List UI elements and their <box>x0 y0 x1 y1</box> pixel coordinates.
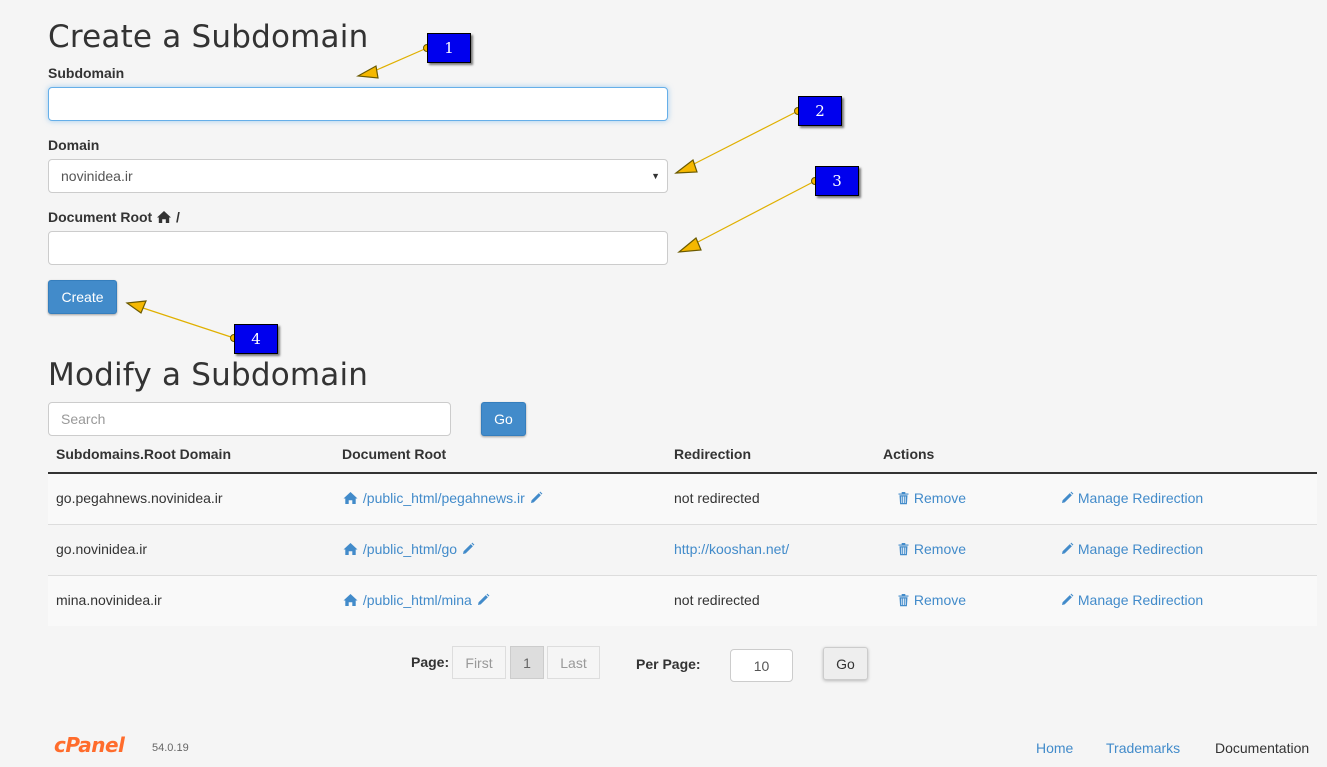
current-page-button[interactable]: 1 <box>510 646 544 679</box>
first-page-button[interactable]: First <box>452 646 506 679</box>
callout-3: 3 <box>815 166 859 196</box>
row-subdomain: go.pegahnews.novinidea.ir <box>56 490 223 506</box>
row-docroot-link[interactable]: /public_html/mina <box>342 592 490 608</box>
pencil-icon <box>1062 593 1074 605</box>
row-docroot-link[interactable]: /public_html/go <box>342 541 475 557</box>
column-header-document-root[interactable]: Document Root <box>342 446 446 462</box>
row-docroot-link[interactable]: /public_html/pegahnews.ir <box>342 490 543 506</box>
trash-icon <box>898 492 909 505</box>
trash-icon <box>898 594 909 607</box>
pencil-icon <box>477 593 490 605</box>
footer-documentation-link[interactable]: Documentation <box>1215 740 1309 756</box>
footer-home-link[interactable]: Home <box>1036 740 1073 756</box>
home-icon <box>343 594 358 606</box>
search-input[interactable] <box>48 402 451 436</box>
column-header-redirection[interactable]: Redirection <box>674 446 751 462</box>
row-redirection: not redirected <box>674 490 760 506</box>
row-divider <box>48 524 1317 525</box>
last-page-button[interactable]: Last <box>547 646 600 679</box>
pencil-icon <box>530 491 543 503</box>
per-page-go-button[interactable]: Go <box>823 647 868 680</box>
trash-icon <box>898 543 909 556</box>
home-icon <box>343 543 358 555</box>
manage-redirection-link[interactable]: Manage Redirection <box>1060 541 1203 557</box>
callout-4: 4 <box>234 324 278 354</box>
row-subdomain: go.novinidea.ir <box>56 541 148 557</box>
column-header-actions: Actions <box>883 446 935 462</box>
pencil-icon <box>1062 491 1074 503</box>
remove-link[interactable]: Remove <box>897 541 966 557</box>
pencil-icon <box>462 542 475 554</box>
modify-subdomain-title: Modify a Subdomain <box>48 357 369 393</box>
manage-redirection-link[interactable]: Manage Redirection <box>1060 490 1203 506</box>
per-page-label: Per Page: <box>636 656 701 672</box>
callout-1: 1 <box>427 33 471 63</box>
callout-2: 2 <box>798 96 842 126</box>
search-go-button[interactable]: Go <box>481 402 526 436</box>
per-page-input[interactable] <box>730 649 793 682</box>
cpanel-logo: cPanel <box>54 733 125 757</box>
page-label: Page: <box>411 654 450 670</box>
row-subdomain: mina.novinidea.ir <box>56 592 162 608</box>
version-text: 54.0.19 <box>152 742 189 754</box>
row-redirection: not redirected <box>674 592 760 608</box>
manage-redirection-link[interactable]: Manage Redirection <box>1060 592 1203 608</box>
home-icon <box>343 492 358 504</box>
column-header-subdomain[interactable]: Subdomains.Root Domain <box>56 446 231 462</box>
remove-link[interactable]: Remove <box>897 490 966 506</box>
remove-link[interactable]: Remove <box>897 592 966 608</box>
footer-trademarks-link[interactable]: Trademarks <box>1106 740 1180 756</box>
row-redirection-link[interactable]: http://kooshan.net/ <box>674 541 789 557</box>
pencil-icon <box>1062 542 1074 554</box>
